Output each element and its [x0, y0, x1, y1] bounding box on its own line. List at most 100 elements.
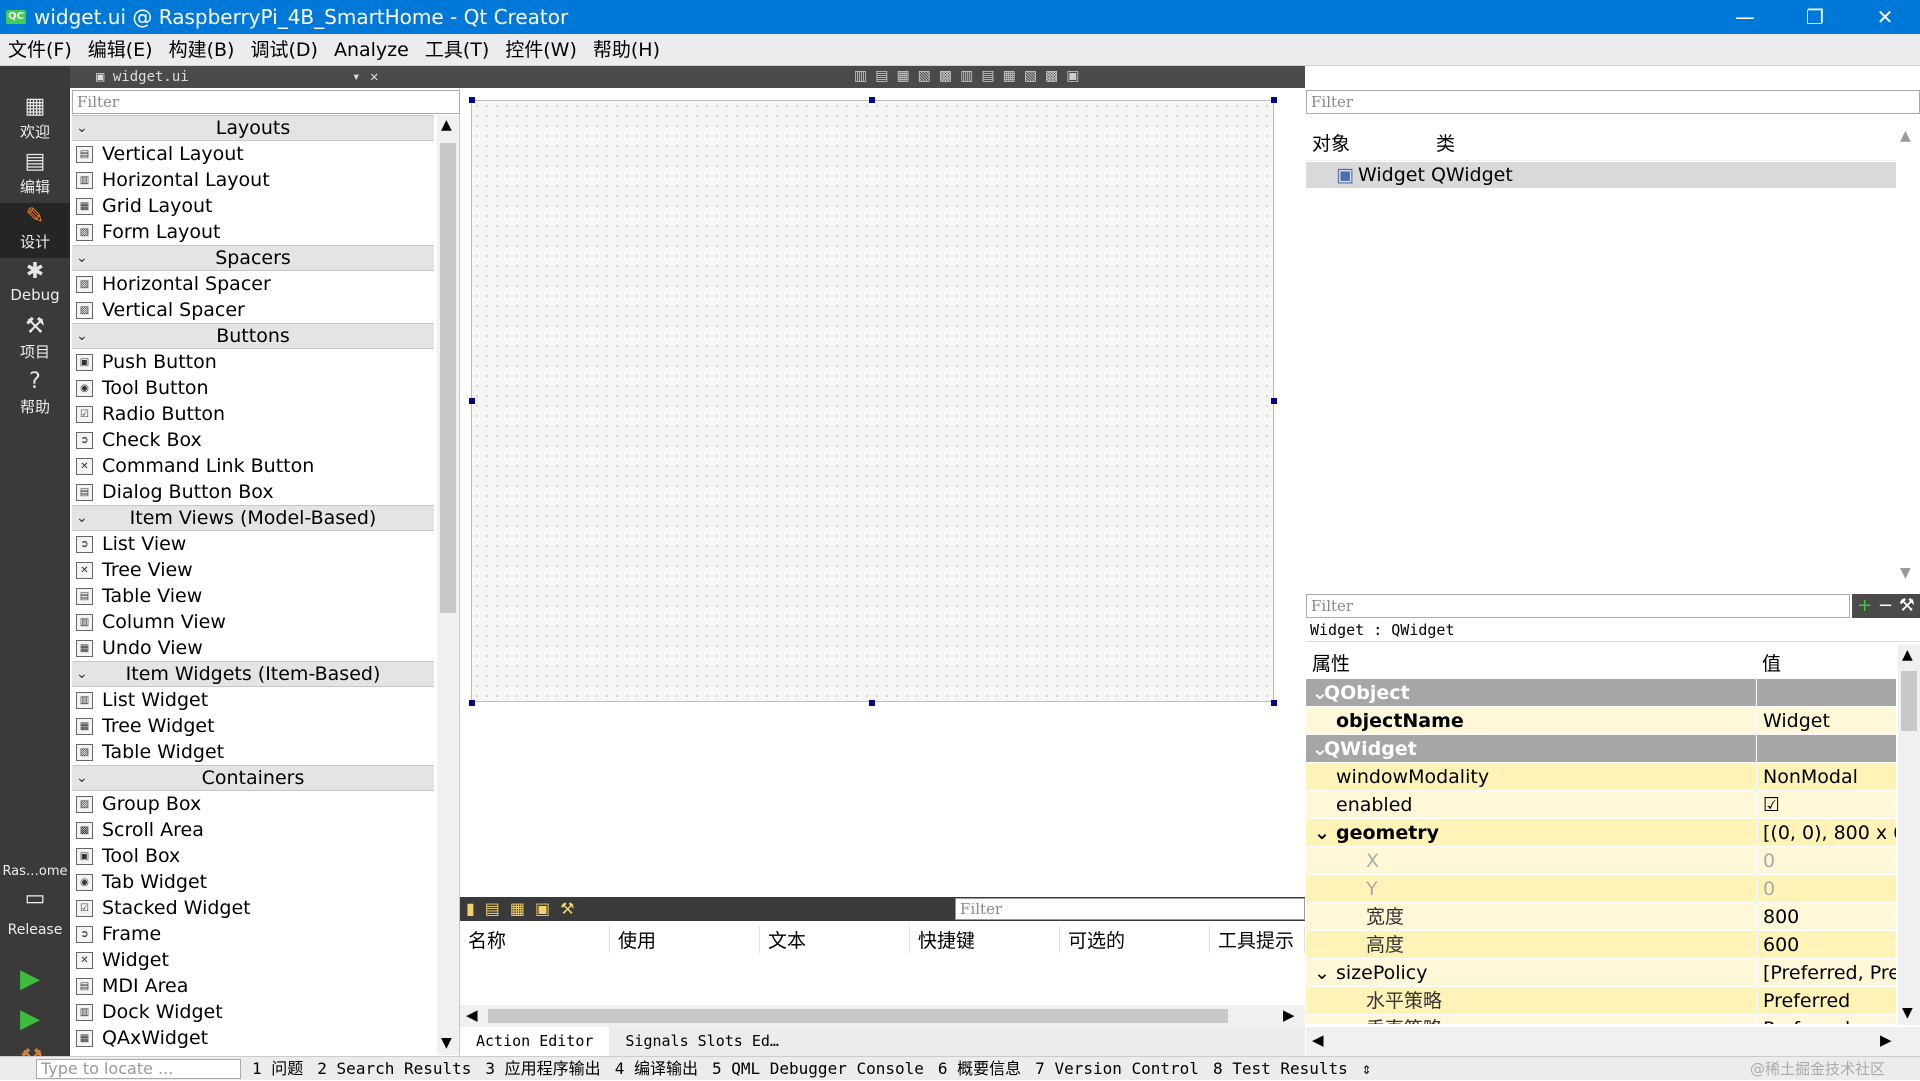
property-value[interactable]: Preferred [1756, 987, 1896, 1014]
menu-edit[interactable]: 编辑(E) [80, 34, 161, 66]
scroll-down-icon[interactable]: ▼ [441, 1035, 452, 1051]
output-pane-app-output[interactable]: 3 应用程序输出 [478, 1057, 607, 1080]
widget-item[interactable]: ▥ Column View [72, 609, 434, 635]
remove-icon[interactable]: − [1878, 595, 1893, 616]
menu-widgets[interactable]: 控件(W) [497, 34, 585, 66]
column-header[interactable]: 对象 [1306, 129, 1426, 156]
property-value[interactable] [1756, 679, 1896, 706]
locator-input[interactable]: Type to locate ... [36, 1059, 241, 1079]
menu-debug[interactable]: 调试(D) [242, 34, 325, 66]
scroll-left-icon[interactable]: ◀ [1312, 1031, 1324, 1049]
property-row[interactable]: 宽度 800 [1306, 903, 1896, 931]
property-row[interactable]: windowModality NonModal [1306, 763, 1896, 791]
property-value[interactable]: 800 [1756, 903, 1896, 930]
resize-handle[interactable] [1271, 398, 1277, 404]
scrollbar-thumb[interactable] [488, 1009, 1228, 1023]
document-selector[interactable]: widget.ui [113, 69, 189, 85]
property-value[interactable]: Preferred [1756, 1015, 1896, 1024]
scroll-down-icon[interactable]: ▼ [1900, 565, 1911, 581]
property-row[interactable]: 垂直策略 Preferred [1306, 1015, 1896, 1024]
column-header[interactable]: 可选的 [1060, 925, 1210, 953]
menu-build[interactable]: 构建(B) [161, 34, 243, 66]
form-widget[interactable] [471, 100, 1274, 702]
scroll-left-icon[interactable]: ◀ [466, 1006, 478, 1024]
column-header[interactable]: 工具提示 [1210, 925, 1305, 953]
widget-item[interactable]: ▣ Push Button [72, 349, 434, 375]
property-value[interactable]: ☑ [1756, 791, 1896, 818]
scroll-up-icon[interactable]: ▲ [1900, 128, 1911, 144]
resize-handle[interactable] [1271, 97, 1277, 103]
widget-item[interactable]: ▦ Tree Widget [72, 713, 434, 739]
close-icon[interactable]: ✕ [370, 66, 378, 88]
property-value[interactable]: Widget [1756, 707, 1896, 734]
column-header[interactable]: 值 [1756, 649, 1781, 676]
menu-analyze[interactable]: Analyze [326, 34, 417, 66]
minimize-button[interactable]: — [1710, 0, 1780, 34]
resize-handle[interactable] [469, 700, 475, 706]
widget-item[interactable]: ▦ QAxWidget [72, 1025, 434, 1051]
widget-item[interactable]: ▥ Dock Widget [72, 999, 434, 1025]
mode-design[interactable]: ✎ 设计 [0, 203, 70, 258]
chevron-down-icon[interactable]: ▾ [352, 66, 360, 88]
property-value[interactable]: NonModal [1756, 763, 1896, 790]
menu-help[interactable]: 帮助(H) [585, 34, 668, 66]
widget-item[interactable]: ▤ Dialog Button Box [72, 479, 434, 505]
column-header[interactable]: 文本 [760, 925, 910, 953]
scroll-right-icon[interactable]: ▶ [1283, 1006, 1295, 1024]
action-editor-hscrollbar[interactable]: ◀ ▶ [460, 1005, 1305, 1027]
property-row[interactable]: X0 [1306, 847, 1896, 875]
widget-item[interactable]: ▧ Form Layout [72, 219, 434, 245]
property-row[interactable]: Y0 [1306, 875, 1896, 903]
resize-handle[interactable] [469, 97, 475, 103]
menu-file[interactable]: 文件(F) [0, 34, 80, 66]
widget-item[interactable]: ▥ Horizontal Layout [72, 167, 434, 193]
widget-category[interactable]: ⌄ Spacers [72, 245, 434, 271]
column-header[interactable]: 名称 [460, 925, 610, 953]
run-icon[interactable]: ▶ [20, 964, 40, 994]
property-value[interactable]: [Preferred, Pre… [1756, 959, 1896, 986]
close-button[interactable]: ✕ [1850, 0, 1920, 34]
action-filter-input[interactable]: Filter [955, 898, 1305, 920]
mode-help[interactable]: ? 帮助 [0, 368, 70, 423]
add-icon[interactable]: + [1857, 595, 1872, 616]
widget-item[interactable]: ☑ Radio Button [72, 401, 434, 427]
widget-item[interactable]: ➲ Check Box [72, 427, 434, 453]
widget-item[interactable]: ▩ Scroll Area [72, 817, 434, 843]
property-row[interactable]: ⌄ sizePolicy [Preferred, Pre… [1306, 959, 1896, 987]
property-row[interactable]: enabled ☑ [1306, 791, 1896, 819]
property-scrollbar[interactable]: ▲ ▼ [1898, 645, 1920, 1025]
tab-action-editor[interactable]: Action Editor [460, 1027, 610, 1056]
output-pane-general[interactable]: 6 概要信息 [931, 1057, 1028, 1080]
widget-item[interactable]: ➲ Frame [72, 921, 434, 947]
column-header[interactable]: 使用 [610, 925, 760, 953]
restore-button[interactable]: ❐ [1780, 0, 1850, 34]
widget-item[interactable]: ▤ MDI Area [72, 973, 434, 999]
widget-category[interactable]: ⌄ Item Views (Model-Based) [72, 505, 434, 531]
property-row[interactable]: ⌄ QWidget [1306, 735, 1896, 763]
scroll-up-icon[interactable]: ▲ [1902, 647, 1913, 663]
scroll-right-icon[interactable]: ▶ [1880, 1031, 1892, 1049]
action-tool-icons[interactable]: ▮▤▦▣⚒ [466, 899, 585, 918]
widget-box-scrollbar[interactable]: ▲ ▼ [437, 115, 459, 1055]
column-header[interactable]: 快捷键 [910, 925, 1060, 953]
widget-filter-input[interactable]: Filter [72, 90, 460, 114]
mode-debug[interactable]: ✱ Debug [0, 258, 70, 313]
widget-category[interactable]: ⌄ Layouts [72, 115, 434, 141]
property-value[interactable] [1756, 735, 1896, 762]
widget-item[interactable]: ▤ Vertical Layout [72, 141, 434, 167]
object-row[interactable]: ▣ Widget QWidget [1306, 162, 1896, 188]
resize-handle[interactable] [469, 398, 475, 404]
mode-projects[interactable]: ⚒ 项目 [0, 313, 70, 368]
scrollbar-thumb[interactable] [1901, 671, 1917, 731]
widget-item[interactable]: ➲ List View [72, 531, 434, 557]
monitor-icon[interactable]: ▭ [10, 886, 60, 916]
chevron-down-icon[interactable]: ⌄ [1312, 679, 1328, 707]
property-filter-input[interactable]: Filter [1306, 594, 1850, 618]
widget-item[interactable]: ▧ Horizontal Spacer [72, 271, 434, 297]
output-pane-compile[interactable]: 4 编译输出 [608, 1057, 705, 1080]
layout-tool-icons[interactable]: ▥▤▦▧▩▥▤▦▧▩▣ [854, 68, 1088, 84]
widget-item[interactable]: ▤ Table View [72, 583, 434, 609]
property-row[interactable]: ⌄ geometry [(0, 0), 800 x 6… [1306, 819, 1896, 847]
widget-item[interactable]: ▥ List Widget [72, 687, 434, 713]
scrollbar-thumb[interactable] [440, 143, 456, 613]
